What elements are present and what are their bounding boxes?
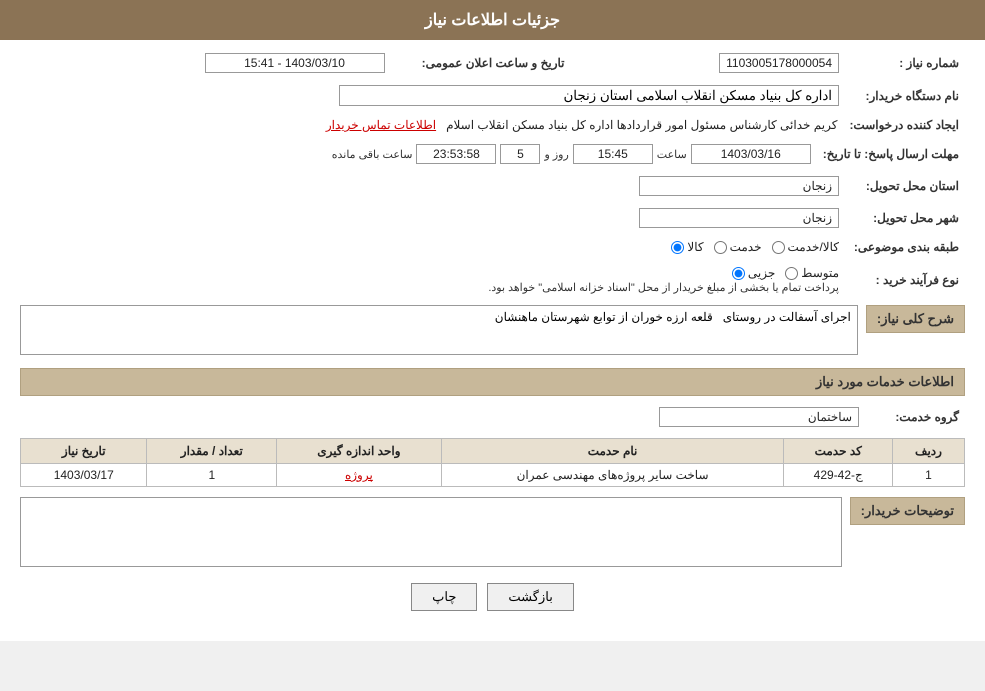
category-khadamat[interactable]: خدمت	[714, 240, 762, 254]
comments-row: توضیحات خریدار:	[20, 497, 965, 567]
col-header-row: ردیف	[892, 439, 964, 464]
info-row-6: شهر محل تحویل: زنجان	[20, 205, 965, 231]
info-row-7: طبقه بندی موضوعی: کالا/خدمت خدمت کالا	[20, 237, 965, 257]
print-button[interactable]: چاپ	[411, 583, 477, 611]
info-row-5: استان محل تحویل: زنجان	[20, 173, 965, 199]
comments-label: توضیحات خریدار:	[850, 497, 965, 525]
info-row-3: ایجاد کننده درخواست: کریم خدائی کارشناس …	[20, 115, 965, 135]
purchase-motavasset-label: متوسط	[801, 266, 839, 280]
date-label: تاریخ و ساعت اعلان عمومی:	[391, 50, 571, 76]
cell-code: ج-42-429	[784, 464, 893, 487]
service-group-row: گروه خدمت: ساختمان	[20, 404, 965, 430]
purchase-jozvi[interactable]: جزیی	[732, 266, 775, 280]
comments-textarea[interactable]	[20, 497, 842, 567]
need-number-value: 1103005178000054	[719, 53, 839, 73]
category-kala-radio[interactable]	[671, 241, 684, 254]
date-value: 1403/03/10 - 15:41	[205, 53, 385, 73]
category-label: طبقه بندی موضوعی:	[845, 237, 965, 257]
category-kala-label: کالا	[687, 240, 703, 254]
creator-value: کریم خدائی کارشناس مسئول امور قراردادها …	[446, 118, 837, 132]
response-date-cell: 1403/03/16 ساعت 15:45 روز و 5 23:53:58 س…	[20, 141, 817, 167]
cell-date: 1403/03/17	[21, 464, 147, 487]
payment-note: پرداخت تمام یا بخشی از مبلغ خریدار از مح…	[488, 282, 839, 294]
col-header-name: نام حدمت	[441, 439, 784, 464]
purchase-type-label: نوع فرآیند خرید :	[845, 263, 965, 297]
purchase-jozvi-label: جزیی	[748, 266, 775, 280]
category-options-cell: کالا/خدمت خدمت کالا	[20, 237, 845, 257]
info-row-8: نوع فرآیند خرید : متوسط جزیی پرداخت تمام…	[20, 263, 965, 297]
response-date-label: مهلت ارسال پاسخ: تا تاریخ:	[817, 141, 965, 167]
city-value: زنجان	[639, 208, 839, 228]
category-kala-khadamat[interactable]: کالا/خدمت	[772, 240, 839, 254]
response-time: 15:45	[573, 144, 653, 164]
cell-name: ساخت سایر پروژه‌های مهندسی عمران	[441, 464, 784, 487]
category-kala[interactable]: کالا	[671, 240, 703, 254]
category-kala-khadamat-label: کالا/خدمت	[788, 240, 839, 254]
col-header-code: کد حدمت	[784, 439, 893, 464]
response-remaining-label: ساعت باقی مانده	[332, 148, 413, 161]
service-group-label: گروه خدمت:	[865, 404, 965, 430]
need-number-value-cell: 1103005178000054	[591, 50, 846, 76]
page-title: جزئیات اطلاعات نیاز	[425, 12, 560, 29]
province-value: زنجان	[639, 176, 839, 196]
buyer-value[interactable]	[339, 85, 839, 106]
province-value-cell: زنجان	[20, 173, 845, 199]
description-textarea[interactable]	[20, 305, 858, 355]
city-value-cell: زنجان	[20, 205, 845, 231]
page-header: جزئیات اطلاعات نیاز	[0, 0, 985, 40]
info-row-2: نام دستگاه خریدار:	[20, 82, 965, 109]
buyer-label: نام دستگاه خریدار:	[845, 82, 965, 109]
date-value-cell: 1403/03/10 - 15:41	[20, 50, 391, 76]
services-table: ردیف کد حدمت نام حدمت واحد اندازه گیری ت…	[20, 438, 965, 487]
button-row: بازگشت چاپ	[20, 583, 965, 611]
service-group-value-cell: ساختمان	[20, 404, 865, 430]
col-header-unit: واحد اندازه گیری	[277, 439, 441, 464]
city-label: شهر محل تحویل:	[845, 205, 965, 231]
creator-label: ایجاد کننده درخواست:	[843, 115, 965, 135]
category-khadamat-label: خدمت	[730, 240, 762, 254]
response-remaining: 23:53:58	[416, 144, 496, 164]
purchase-motavasset-radio[interactable]	[785, 267, 798, 280]
purchase-jozvi-radio[interactable]	[732, 267, 745, 280]
category-khadamat-radio[interactable]	[714, 241, 727, 254]
province-label: استان محل تحویل:	[845, 173, 965, 199]
page-wrapper: جزئیات اطلاعات نیاز شماره نیاز : 1103005…	[0, 0, 985, 641]
creator-value-cell: کریم خدائی کارشناس مسئول امور قراردادها …	[20, 115, 843, 135]
description-row: شرح کلی نیاز:	[20, 305, 965, 358]
service-group-value: ساختمان	[659, 407, 859, 427]
comments-content	[20, 497, 842, 567]
cell-unit[interactable]: پروژه	[277, 464, 441, 487]
response-day: 5	[500, 144, 540, 164]
cell-qty: 1	[147, 464, 277, 487]
purchase-type-cell: متوسط جزیی پرداخت تمام یا بخشی از مبلغ خ…	[20, 263, 845, 297]
description-content	[20, 305, 858, 358]
buyer-value-cell	[20, 82, 845, 109]
need-number-label: شماره نیاز :	[845, 50, 965, 76]
table-row: 1 ج-42-429 ساخت سایر پروژه‌های مهندسی عم…	[21, 464, 965, 487]
info-row-4: مهلت ارسال پاسخ: تا تاریخ: 1403/03/16 سا…	[20, 141, 965, 167]
back-button[interactable]: بازگشت	[487, 583, 573, 611]
info-row-1: شماره نیاز : 1103005178000054 تاریخ و سا…	[20, 50, 965, 76]
purchase-motavasset[interactable]: متوسط	[785, 266, 839, 280]
contact-link[interactable]: اطلاعات تماس خریدار	[326, 118, 436, 132]
response-date: 1403/03/16	[691, 144, 811, 164]
category-kala-khadamat-radio[interactable]	[772, 241, 785, 254]
response-day-label: روز و	[544, 148, 568, 161]
main-content: شماره نیاز : 1103005178000054 تاریخ و سا…	[0, 40, 985, 621]
col-header-qty: تعداد / مقدار	[147, 439, 277, 464]
response-time-label: ساعت	[657, 148, 687, 161]
description-section-header: شرح کلی نیاز:	[866, 305, 965, 333]
col-header-date: تاریخ نیاز	[21, 439, 147, 464]
cell-row: 1	[892, 464, 964, 487]
services-section-header: اطلاعات خدمات مورد نیاز	[20, 368, 965, 396]
